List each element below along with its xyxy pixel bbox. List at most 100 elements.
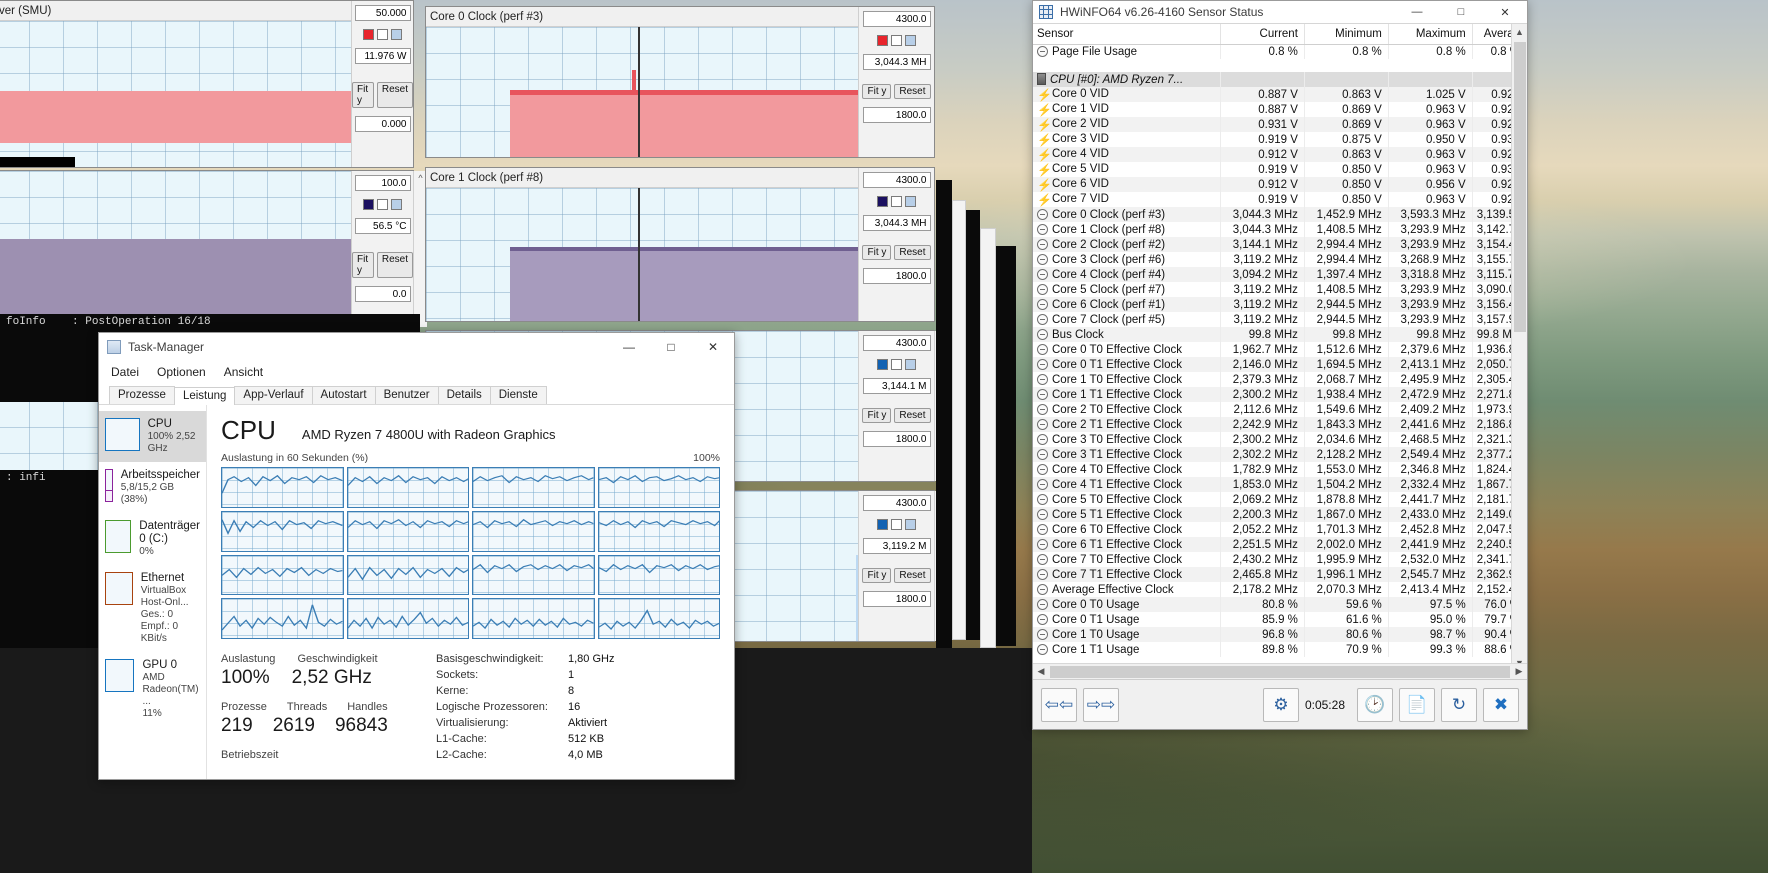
sidebar-item-datentraeger[interactable]: Datenträger 0 (C:) 0% [99,513,206,565]
sensor-row[interactable]: ⚡Core 0 VID 0.887 V 0.863 V 1.025 V 0.928 [1033,87,1527,102]
graph-window-core0-clock[interactable]: Core 0 Clock (perf #3) ^ 4300.0 3,044.3 … [425,6,935,158]
graph-smu-current-value[interactable]: 11.976 W [354,48,411,64]
sensor-row[interactable]: Core 0 T0 Effective Clock 1,962.7 MHz 1,51… [1033,342,1527,357]
sidebar-item-arbeitsspeicher[interactable]: Arbeitsspeicher 5,8/15,2 GB (38%) [99,462,206,513]
menu-item-datei[interactable]: Datei [111,365,139,379]
scroll-right-arrow-icon[interactable]: ▶ [1511,666,1527,677]
sensor-row[interactable]: CPU [#0]: AMD Ryzen 7... [1033,72,1527,87]
graph-core3-min-value[interactable]: 1800.0 [862,591,931,607]
close-button[interactable]: ✕ [1483,1,1527,23]
sensor-row[interactable]: Core 3 T0 Effective Clock 2,300.2 MHz 2,03… [1033,432,1527,447]
sensor-row[interactable]: Core 0 T0 Usage 80.8 % 59.6 % 97.5 % 76.0 % [1033,597,1527,612]
legend-swatch-blue[interactable] [877,359,888,370]
close-icon[interactable]: ✖ [1483,687,1519,722]
sensor-row[interactable]: Core 0 T1 Usage 85.9 % 61.6 % 95.0 % 79.7 % [1033,612,1527,627]
tab-autostart[interactable]: Autostart [311,386,376,404]
graph-temp-min-value[interactable]: 0.0 [354,286,411,302]
sensor-row[interactable]: Core 6 Clock (perf #1) 3,119.2 MHz 2,944.5… [1033,297,1527,312]
scrollbar-track-right[interactable] [952,200,966,640]
forward-arrows-icon[interactable]: ⇨⇨ [1083,687,1119,722]
close-button[interactable]: ✕ [692,333,734,361]
sensor-row[interactable]: ⚡Core 2 VID 0.931 V 0.869 V 0.963 V 0.929 [1033,117,1527,132]
tab-dienste[interactable]: Dienste [489,386,547,404]
legend-swatch-blue[interactable] [905,196,916,207]
fit-y-button[interactable]: Fit y [862,245,892,260]
legend-swatch-red[interactable] [363,29,374,40]
sensor-row[interactable]: Average Effective Clock 2,178.2 MHz 2,070.… [1033,582,1527,597]
legend-swatch-white[interactable] [891,196,902,207]
column-header-sensor[interactable]: Sensor [1033,24,1222,45]
fit-y-button[interactable]: Fit y [352,252,374,278]
fit-y-button[interactable]: Fit y [862,568,892,583]
legend-swatch-blue[interactable] [391,199,402,210]
sensor-row[interactable]: Core 1 T0 Usage 96.8 % 80.6 % 98.7 % 90.4 % [1033,627,1527,642]
sensor-row[interactable]: Core 7 T0 Effective Clock 2,430.2 MHz 1,99… [1033,552,1527,567]
sensor-row[interactable]: ⚡Core 6 VID 0.912 V 0.850 V 0.956 V 0.928 [1033,177,1527,192]
legend-swatch-navy[interactable] [363,199,374,210]
graph-core0-min-value[interactable]: 1800.0 [862,107,931,123]
legend-swatch-navy[interactable] [877,196,888,207]
column-header-minimum[interactable]: Minimum [1304,24,1389,45]
clock-icon[interactable]: 🕑 [1357,687,1393,722]
menu-item-optionen[interactable]: Optionen [157,365,206,379]
legend-swatch-lightblue[interactable] [905,519,916,530]
fit-y-button[interactable]: Fit y [862,408,892,423]
sensor-row[interactable]: Core 7 Clock (perf #5) 3,119.2 MHz 2,944.5… [1033,312,1527,327]
graph-core3-current-value[interactable]: 3,119.2 M [862,538,931,554]
sensor-row[interactable]: Core 7 T1 Effective Clock 2,465.8 MHz 1,99… [1033,567,1527,582]
report-icon[interactable]: 📄 [1399,687,1435,722]
scroll-up-arrow-icon[interactable]: ▲ [1512,24,1527,40]
sensor-row[interactable]: Core 6 T1 Effective Clock 2,251.5 MHz 2,00… [1033,537,1527,552]
hwinfo-sensor-status-window[interactable]: HWiNFO64 v6.26-4160 Sensor Status — □ ✕ … [1032,0,1528,730]
sensor-row[interactable]: Core 2 T0 Effective Clock 2,112.6 MHz 1,54… [1033,402,1527,417]
hwinfo-horizontal-scrollbar[interactable]: ◀ ▶ [1033,663,1527,679]
tab-details[interactable]: Details [437,386,491,404]
sensor-row[interactable]: Core 4 Clock (perf #4) 3,094.2 MHz 1,397.4… [1033,267,1527,282]
scrollbar-track-right-2[interactable] [980,228,996,648]
legend-swatch-red[interactable] [877,35,888,46]
scroll-left-arrow-icon[interactable]: ◀ [1033,666,1049,677]
graph-smu-max-value[interactable]: 50.000 [354,5,411,21]
maximize-button[interactable]: □ [650,333,692,361]
column-header-maximum[interactable]: Maximum [1388,24,1473,45]
legend-swatch-blue[interactable] [877,519,888,530]
sensor-row[interactable]: Core 3 Clock (perf #6) 3,119.2 MHz 2,994.4… [1033,252,1527,267]
legend-swatch-white[interactable] [377,29,388,40]
legend-swatch-white[interactable] [891,35,902,46]
minimize-button[interactable]: — [608,333,650,361]
hwinfo-vertical-scrollbar[interactable]: ▲ ▼ [1511,24,1527,671]
sidebar-item-ethernet[interactable]: Ethernet VirtualBox Host-Onl... Ges.: 0 … [99,565,206,652]
sensor-row[interactable]: Bus Clock 99.8 MHz 99.8 MHz 99.8 MHz 99.8 MH [1033,327,1527,342]
graph-core0-current-value[interactable]: 3,044.3 MH [862,54,931,70]
maximize-button[interactable]: □ [1439,1,1483,23]
sidebar-item-gpu[interactable]: GPU 0 AMD Radeon(TM) ... 11% [99,652,206,727]
reset-button[interactable]: Reset [376,82,413,108]
task-manager-titlebar[interactable]: Task-Manager — □ ✕ [99,333,734,361]
sensor-row[interactable]: Core 5 T1 Effective Clock 2,200.3 MHz 1,86… [1033,507,1527,522]
legend-swatch-white[interactable] [377,199,388,210]
graph-window-smu[interactable]: ver (SMU) ^ 50.000 11.976 W Fit y Reset … [0,0,414,168]
minimize-button[interactable]: — [1395,1,1439,23]
sensor-row[interactable]: Core 4 T1 Effective Clock 1,853.0 MHz 1,50… [1033,477,1527,492]
refresh-icon[interactable]: ↻ [1441,687,1477,722]
sensor-row[interactable]: Core 1 T1 Effective Clock 2,300.2 MHz 1,93… [1033,387,1527,402]
tab-app-verlauf[interactable]: App-Verlauf [234,386,313,404]
menu-item-ansicht[interactable]: Ansicht [224,365,263,379]
sensor-row[interactable]: ⚡Core 5 VID 0.919 V 0.850 V 0.963 V 0.930 [1033,162,1527,177]
reset-button[interactable]: Reset [894,245,931,260]
graph-smu-min-value[interactable]: 0.000 [354,116,411,132]
reset-button[interactable]: Reset [894,84,931,99]
fit-y-button[interactable]: Fit y [352,82,374,108]
graph-core1-min-value[interactable]: 1800.0 [862,268,931,284]
sensor-row[interactable]: Core 3 T1 Effective Clock 2,302.2 MHz 2,12… [1033,447,1527,462]
scroll-up-arrow-icon[interactable]: ^ [418,171,422,185]
reset-button[interactable]: Reset [894,568,931,583]
back-arrows-icon[interactable]: ⇦⇦ [1041,687,1077,722]
scroll-thumb-horizontal[interactable] [1050,665,1510,678]
tab-prozesse[interactable]: Prozesse [109,386,175,404]
graph-temp-max-value[interactable]: 100.0 [354,175,411,191]
graph-core1-max-value[interactable]: 4300.0 [862,172,931,188]
column-header-current[interactable]: Current [1220,24,1305,45]
graph-core2-max-value[interactable]: 4300.0 [862,335,931,351]
graph-core2-current-value[interactable]: 3,144.1 M [862,378,931,394]
